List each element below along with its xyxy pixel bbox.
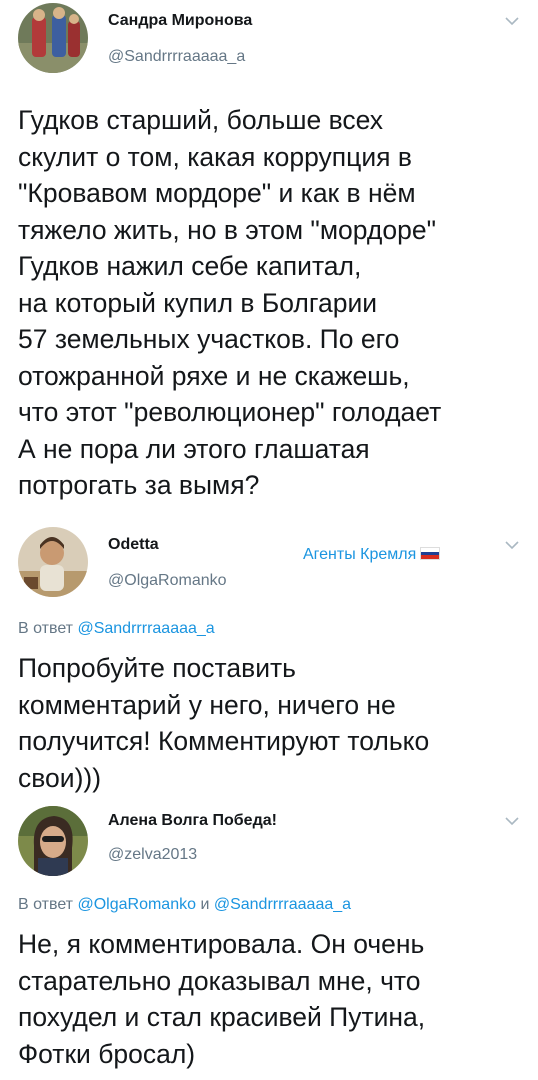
chevron-down-icon[interactable] [504,540,520,550]
tweet-text: Не, я комментировала. Он очень старатель… [18,926,523,1072]
reply-context: В ответ @OlgaRomanko и @Sandrrrraaaaa_a [18,896,351,914]
reply-prefix: В ответ [18,896,74,913]
reply-mention[interactable]: @OlgaRomanko [77,896,196,913]
reply-mention[interactable]: @Sandrrrraaaaa_a [77,620,214,637]
avatar[interactable] [18,3,88,73]
list-badge[interactable]: Агенты Кремля [303,546,441,564]
chevron-down-icon[interactable] [504,816,520,826]
text-line: что этот "революционер" голодает [18,397,442,427]
text-line: 57 земельных участков. По его [18,324,400,354]
text-line: свои))) [18,762,102,793]
text-line: "Кровавом мордоре" и как в нём [18,178,416,208]
reply-prefix: В ответ [18,620,74,637]
text-line: Гудков старший, больше всех [18,105,384,135]
author-handle[interactable]: @zelva2013 [108,846,197,864]
reply-conjunction: и [200,896,210,913]
text-line: получится! Комментируют только [18,726,430,756]
chevron-down-icon[interactable] [504,16,520,26]
avatar[interactable] [18,806,88,876]
author-name[interactable]: Odetta [108,536,159,554]
author-name[interactable]: Сандра Миронова [108,12,252,30]
text-line: похудел и стал красивей Путина, [18,1002,426,1032]
tweet-thread: Сандра Миронова @Sandrrrraaaaa_a Гудков … [0,0,538,1080]
text-line: А не пора ли этого глашатая [18,433,370,464]
text-line: тяжело жить, но в этом "мордоре" [18,214,436,245]
russian-flag-icon [420,547,441,560]
author-handle[interactable]: @Sandrrrraaaaa_a [108,48,245,66]
text-line: старательно доказывал мне, что [18,965,421,996]
text-line: комментарий у него, ничего не [18,689,396,720]
text-line: Попробуйте поставить [18,653,296,683]
text-line: Фотки бросал) [18,1038,196,1069]
text-line: Не, я комментировала. Он очень [18,929,425,959]
author-name[interactable]: Алена Волга Победа! [108,812,277,830]
tweet-text: Гудков старший, больше всех скулит о том… [18,102,523,504]
text-line: на который купил в Болгарии [18,287,378,318]
text-line: отожранной ряхе и не скажешь, [18,360,410,391]
badge-label: Агенты Кремля [303,546,417,563]
author-handle[interactable]: @OlgaRomanko [108,572,227,590]
avatar[interactable] [18,527,88,597]
text-line: потрогать за вымя? [18,470,260,500]
reply-mention[interactable]: @Sandrrrraaaaa_a [214,896,351,913]
tweet-text: Попробуйте поставить комментарий у него,… [18,650,523,796]
text-line: скулит о том, какая коррупция в [18,141,412,172]
reply-context: В ответ @Sandrrrraaaaa_a [18,620,215,638]
text-line: Гудков нажил себе капитал, [18,251,362,281]
